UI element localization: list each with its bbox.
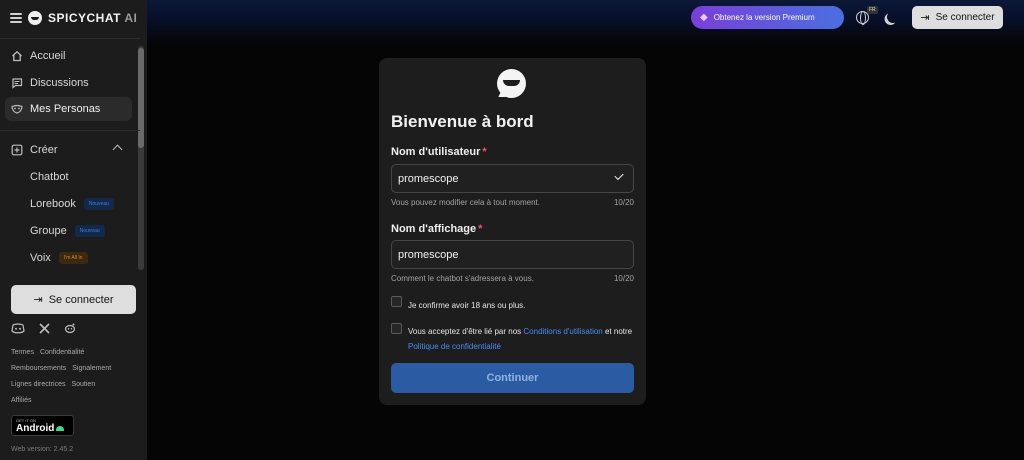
footer-links: Termes Confidentialité Remboursements Sign… [11,345,141,409]
spicychat-logo-icon [28,11,42,25]
sidebar-subitem-label: Chatbot [30,171,69,183]
android-store-badge[interactable]: GET IT ON Android [11,415,74,436]
topbar-login-button[interactable]: ⇥ Se connecter [912,6,1003,29]
login-icon: ⇥ [920,12,930,24]
sidebar-item-label: Créer [30,144,58,156]
android-robot-icon [56,426,65,431]
sidebar-item-label: Discussions [30,77,89,89]
login-icon: ⇥ [33,294,43,306]
footer-link[interactable]: Signalement [72,365,111,372]
brand-name[interactable]: SPICYCHAT AI [48,11,137,25]
reddit-icon[interactable] [63,322,77,334]
scrollbar-thumb[interactable] [138,48,144,148]
footer-link[interactable]: Soutien [71,381,95,388]
continue-button[interactable]: Continuer [391,363,634,393]
terms-of-use-link[interactable]: Conditions d'utilisation [523,327,602,336]
terms-label: Vous acceptez d'être lié par nos Conditi… [408,327,633,351]
mask-icon [11,103,23,115]
menu-icon[interactable] [10,13,22,23]
age-confirm-checkbox[interactable] [391,296,402,307]
footer-link[interactable]: Lignes directrices [11,381,65,388]
required-mark: * [482,146,487,158]
required-mark: * [478,223,483,235]
footer-link[interactable]: Confidentialité [40,349,84,356]
age-confirm-label: Je confirme avoir 18 ans ou plus. [408,301,526,310]
sidebar-item-label: Mes Personas [30,103,101,115]
social-links [11,322,77,334]
username-char-count: 10/20 [613,198,634,207]
discord-icon[interactable] [11,322,25,334]
footer-link[interactable]: Remboursements [11,365,66,372]
sidebar-subitem-lorebook[interactable]: Lorebook Nouveau [30,195,114,213]
modal-title: Bienvenue à bord [391,112,534,131]
privacy-policy-link[interactable]: Politique de confidentialité [408,342,501,351]
sidebar-subitem-chatbot[interactable]: Chatbot [30,168,69,186]
sidebar-scrollbar[interactable] [138,46,144,270]
sidebar-item-discussions[interactable]: Discussions [5,71,132,95]
brand: SPICYCHAT AI [10,9,137,27]
display-name-char-count: 10/20 [613,274,634,283]
premium-button[interactable]: ◆ Obtenez la version Premium [691,6,844,29]
tier-badge: I'm All In [58,252,88,264]
diamond-icon: ◆ [700,12,708,23]
sidebar-subitem-label: Lorebook [30,198,76,210]
web-version: Web version: 2.45.2 [11,446,74,453]
onboarding-modal: Bienvenue à bord Nom d'utilisateur* Vous… [379,58,646,405]
spicychat-logo-icon [497,69,526,98]
sidebar-divider [0,38,140,39]
sidebar: SPICYCHAT AI Accueil Discussions Mes Per… [0,0,147,460]
home-icon [11,50,23,62]
sidebar-subitem-voix[interactable]: Voix I'm All In [30,249,88,267]
sidebar-item-label: Accueil [30,50,66,62]
new-badge: Nouveau [74,225,105,237]
sidebar-item-mes-personas[interactable]: Mes Personas [5,97,132,121]
language-badge: FR [867,6,878,14]
sidebar-divider [0,130,140,131]
sidebar-subitem-groupe[interactable]: Groupe Nouveau [30,222,105,240]
x-icon[interactable] [37,322,51,334]
plus-square-icon [11,144,23,156]
sidebar-login-button[interactable]: ⇥ Se connecter [11,285,136,314]
android-badge-name: Android [16,423,69,434]
chat-icon [11,77,23,89]
login-label: Se connecter [935,12,995,23]
display-name-hint: Comment le chatbot s'adressera à vous. [391,274,534,283]
terms-checkbox[interactable] [391,323,402,334]
footer-link[interactable]: Termes [11,349,34,356]
new-badge: Nouveau [83,198,114,210]
username-hint: Vous pouvez modifier cela à tout moment. [391,198,540,207]
login-label: Se connecter [48,293,114,306]
display-name-input[interactable] [391,240,634,269]
premium-label: Obtenez la version Premium [713,13,815,22]
username-label: Nom d'utilisateur * [391,146,487,158]
sidebar-subitem-label: Groupe [30,225,67,237]
username-input[interactable] [391,164,634,193]
sidebar-subitem-label: Voix [30,252,51,264]
footer-link[interactable]: Affiliés [11,397,32,404]
sidebar-item-accueil[interactable]: Accueil [5,44,132,68]
display-name-label: Nom d'affichage * [391,223,483,235]
